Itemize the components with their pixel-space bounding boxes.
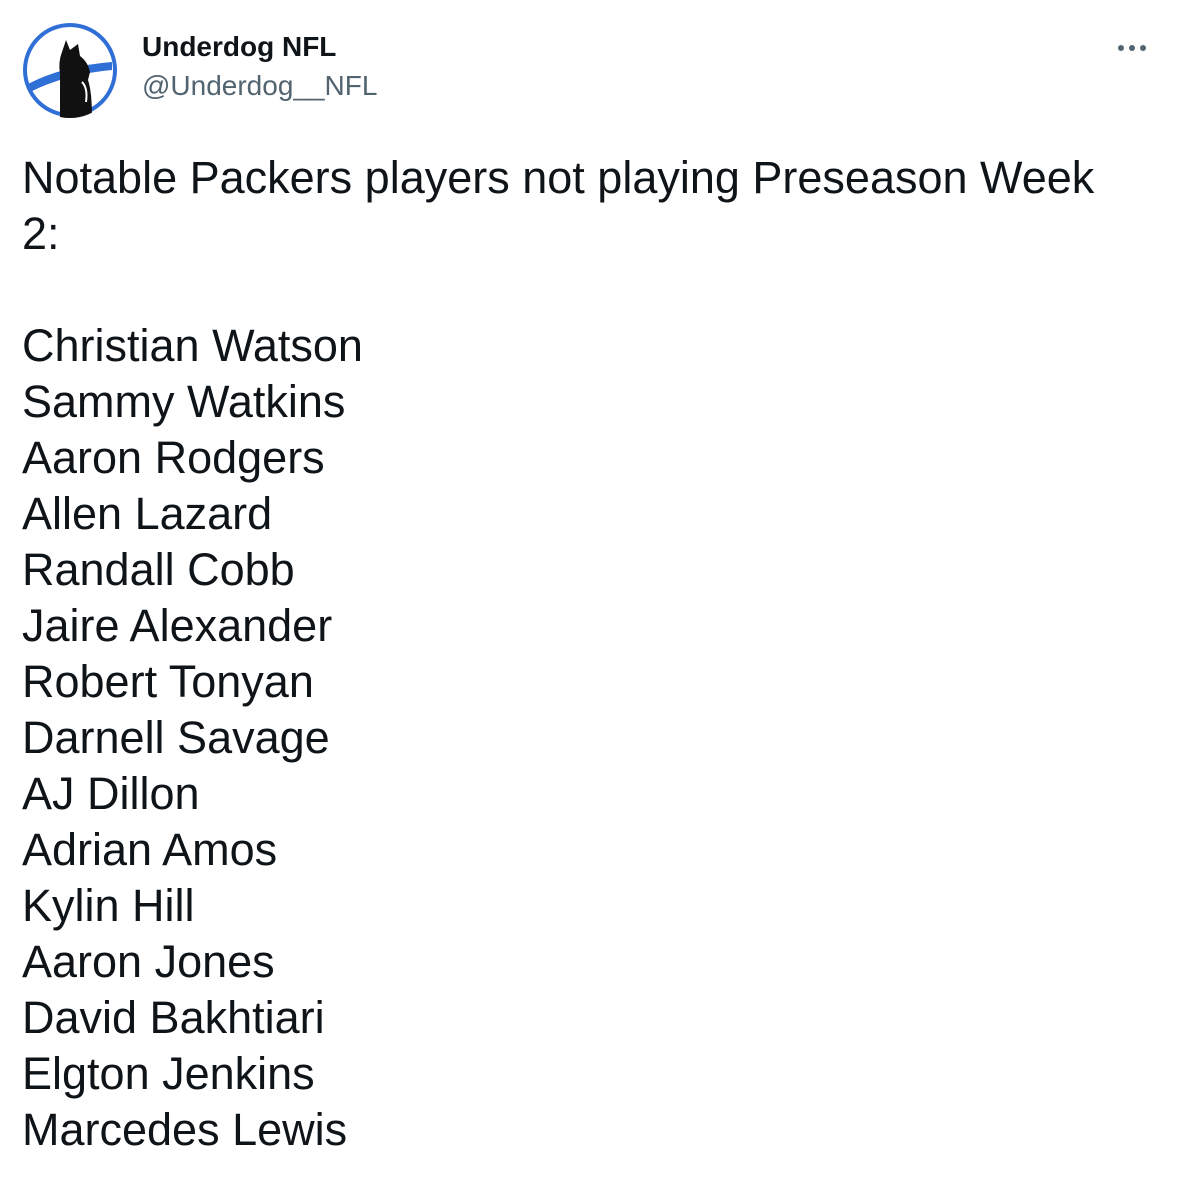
player-name: Darnell Savage: [22, 712, 330, 763]
avatar[interactable]: [22, 22, 118, 118]
player-name: Allen Lazard: [22, 488, 273, 539]
player-name: Elgton Jenkins: [22, 1048, 315, 1099]
player-name: Robert Tonyan: [22, 656, 314, 707]
more-options-button[interactable]: [1112, 36, 1152, 60]
player-name: David Bakhtiari: [22, 992, 325, 1043]
player-name: Adrian Amos: [22, 824, 278, 875]
player-name: Kylin Hill: [22, 880, 195, 931]
more-horizontal-icon: [1118, 45, 1146, 51]
author-names: Underdog NFL @Underdog__NFL: [142, 30, 377, 104]
underdog-dog-logo-icon: [22, 22, 118, 118]
tweet-card: Underdog NFL @Underdog__NFL Notable Pack…: [0, 0, 1178, 1184]
tweet-header: Underdog NFL @Underdog__NFL: [22, 22, 1156, 118]
tweet-intro: Notable Packers players not playing Pres…: [22, 152, 1095, 259]
player-name: Marcedes Lewis: [22, 1104, 348, 1155]
player-name: Randall Cobb: [22, 544, 295, 595]
player-name: Jaire Alexander: [22, 600, 333, 651]
player-name: Aaron Jones: [22, 936, 275, 987]
player-name: AJ Dillon: [22, 768, 200, 819]
author-handle[interactable]: @Underdog__NFL: [142, 68, 377, 104]
player-name: Aaron Rodgers: [22, 432, 325, 483]
tweet-text: Notable Packers players not playing Pres…: [22, 150, 1142, 1158]
player-name: Christian Watson: [22, 320, 363, 371]
player-name: Sammy Watkins: [22, 376, 346, 427]
author-display-name[interactable]: Underdog NFL: [142, 30, 377, 64]
